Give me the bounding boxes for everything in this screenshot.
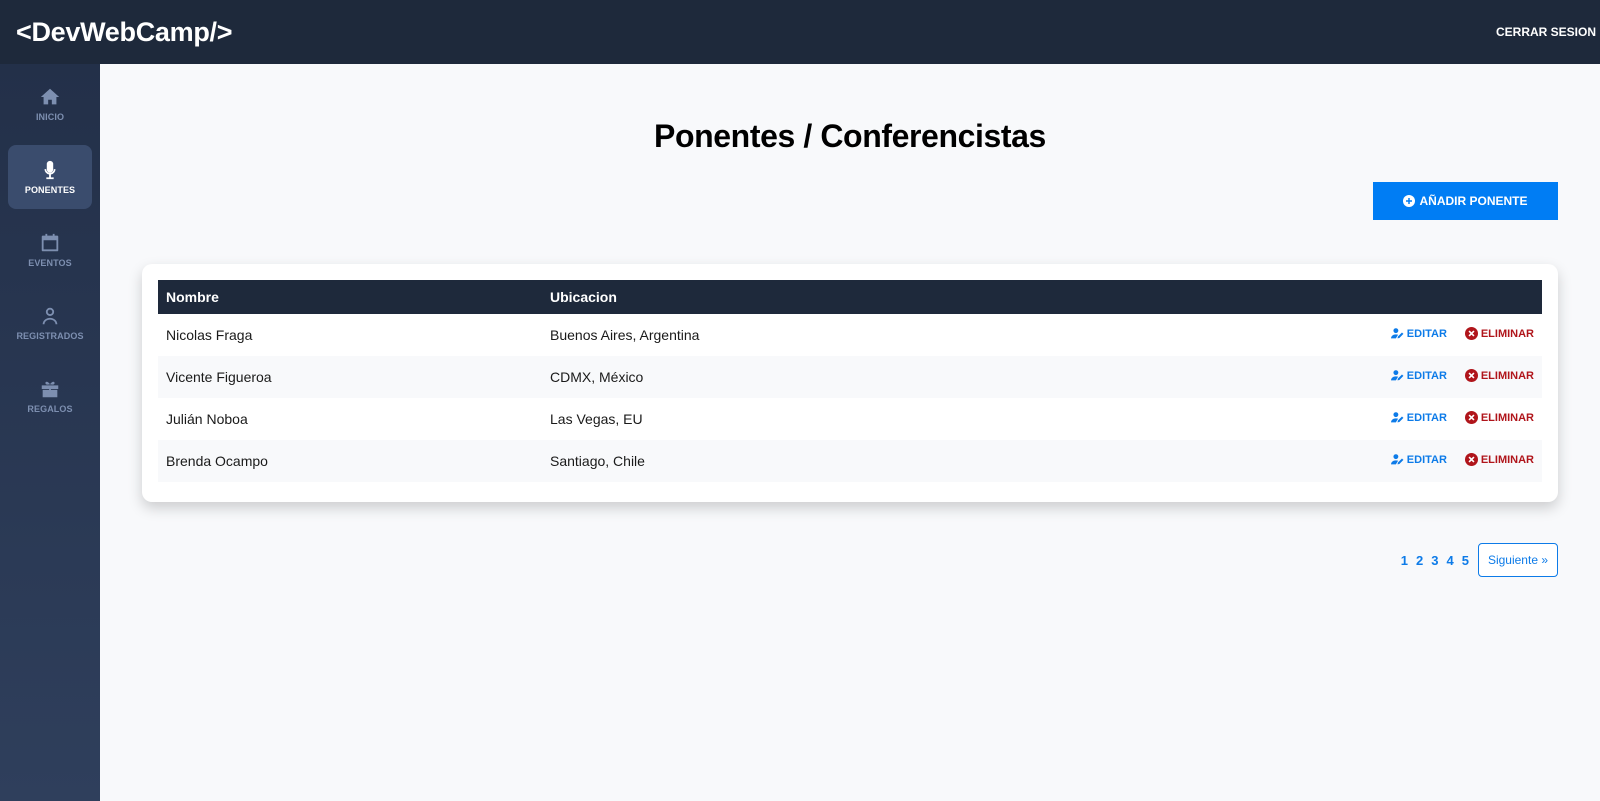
user-edit-icon	[1390, 454, 1404, 465]
user-edit-icon	[1390, 412, 1404, 423]
edit-label: EDITAR	[1406, 411, 1447, 424]
sidebar-item-label: PONENTES	[24, 185, 76, 195]
sidebar-item-inicio[interactable]: INICIO	[8, 72, 92, 136]
table-row: Brenda Ocampo Santiago, Chile EDITAR ELI…	[158, 440, 1542, 482]
x-circle-icon	[1464, 369, 1478, 382]
calendar-icon	[41, 233, 59, 252]
x-circle-icon	[1464, 411, 1478, 424]
edit-label: EDITAR	[1406, 369, 1447, 382]
page-link-4[interactable]: 4	[1446, 553, 1453, 568]
pagination: 1 2 3 4 5 Siguiente »	[1401, 543, 1558, 577]
x-circle-icon	[1464, 453, 1478, 466]
page-title: Ponentes / Conferencistas	[654, 118, 1046, 154]
sidebar: INICIO PONENTES EVENTOS REGISTRADOS REGA…	[0, 64, 100, 801]
top-header: <DevWebCamp/> CERRAR SESION	[0, 0, 1600, 64]
delete-label: ELIMINAR	[1480, 411, 1534, 424]
sidebar-item-label: REGALOS	[27, 404, 73, 414]
row-actions: EDITAR ELIMINAR	[1031, 314, 1542, 356]
logout-link[interactable]: CERRAR SESION	[1496, 25, 1596, 39]
delete-button[interactable]: ELIMINAR	[1464, 369, 1534, 382]
page-link-3[interactable]: 3	[1431, 553, 1438, 568]
edit-button[interactable]: EDITAR	[1390, 369, 1447, 382]
speaker-location: Santiago, Chile	[550, 453, 645, 469]
speakers-table: Nombre Ubicacion Nicolas Fraga Buenos Ai…	[158, 280, 1542, 482]
x-circle-icon	[1464, 327, 1478, 340]
delete-label: ELIMINAR	[1480, 453, 1534, 466]
column-header-nombre: Nombre	[166, 289, 219, 305]
microphone-icon	[44, 160, 56, 180]
delete-label: ELIMINAR	[1480, 327, 1534, 340]
brand-logo[interactable]: <DevWebCamp/>	[16, 17, 232, 48]
sidebar-item-label: INICIO	[35, 112, 65, 122]
sidebar-item-label: REGISTRADOS	[16, 331, 84, 341]
sidebar-item-ponentes[interactable]: PONENTES	[8, 145, 92, 209]
speaker-location: Buenos Aires, Argentina	[550, 327, 700, 343]
plus-circle-icon	[1403, 195, 1416, 207]
speaker-name: Brenda Ocampo	[166, 453, 268, 469]
sidebar-item-label: EVENTOS	[28, 258, 72, 268]
speaker-location: CDMX, México	[550, 369, 644, 385]
page-link-1[interactable]: 1	[1401, 553, 1408, 568]
edit-button[interactable]: EDITAR	[1390, 411, 1447, 424]
page-link-5[interactable]: 5	[1462, 553, 1469, 568]
speaker-location: Las Vegas, EU	[550, 411, 643, 427]
sidebar-item-eventos[interactable]: EVENTOS	[8, 218, 92, 282]
table-row: Julián Noboa Las Vegas, EU EDITAR ELIMIN…	[158, 398, 1542, 440]
column-header-actions	[1031, 280, 1542, 314]
speaker-name: Julián Noboa	[166, 411, 248, 427]
home-icon	[40, 88, 60, 105]
table-header-row: Nombre Ubicacion	[158, 280, 1542, 314]
speakers-table-card: Nombre Ubicacion Nicolas Fraga Buenos Ai…	[142, 264, 1558, 502]
next-page-button[interactable]: Siguiente »	[1477, 543, 1558, 577]
gift-icon	[41, 381, 59, 398]
row-actions: EDITAR ELIMINAR	[1031, 398, 1542, 440]
edit-label: EDITAR	[1406, 327, 1447, 340]
user-edit-icon	[1390, 370, 1404, 381]
user-edit-icon	[1390, 328, 1404, 339]
add-speaker-label: AÑADIR PONENTE	[1419, 194, 1528, 208]
edit-button[interactable]: EDITAR	[1390, 327, 1447, 340]
main-content: Ponentes / Conferencistas AÑADIR PONENTE…	[100, 64, 1600, 801]
page-link-2[interactable]: 2	[1416, 553, 1423, 568]
table-row: Vicente Figueroa CDMX, México EDITAR ELI…	[158, 356, 1542, 398]
delete-button[interactable]: ELIMINAR	[1464, 453, 1534, 466]
sidebar-item-regalos[interactable]: REGALOS	[8, 364, 92, 428]
delete-button[interactable]: ELIMINAR	[1464, 411, 1534, 424]
speaker-name: Nicolas Fraga	[166, 327, 253, 343]
add-speaker-button[interactable]: AÑADIR PONENTE	[1373, 182, 1558, 220]
row-actions: EDITAR ELIMINAR	[1031, 356, 1542, 398]
edit-label: EDITAR	[1406, 453, 1447, 466]
sidebar-item-registrados[interactable]: REGISTRADOS	[8, 291, 92, 355]
speaker-name: Vicente Figueroa	[166, 369, 272, 385]
delete-button[interactable]: ELIMINAR	[1464, 327, 1534, 340]
row-actions: EDITAR ELIMINAR	[1031, 440, 1542, 482]
user-icon	[42, 307, 58, 325]
delete-label: ELIMINAR	[1480, 369, 1534, 382]
table-row: Nicolas Fraga Buenos Aires, Argentina ED…	[158, 314, 1542, 356]
column-header-ubicacion: Ubicacion	[550, 289, 617, 305]
edit-button[interactable]: EDITAR	[1390, 453, 1447, 466]
